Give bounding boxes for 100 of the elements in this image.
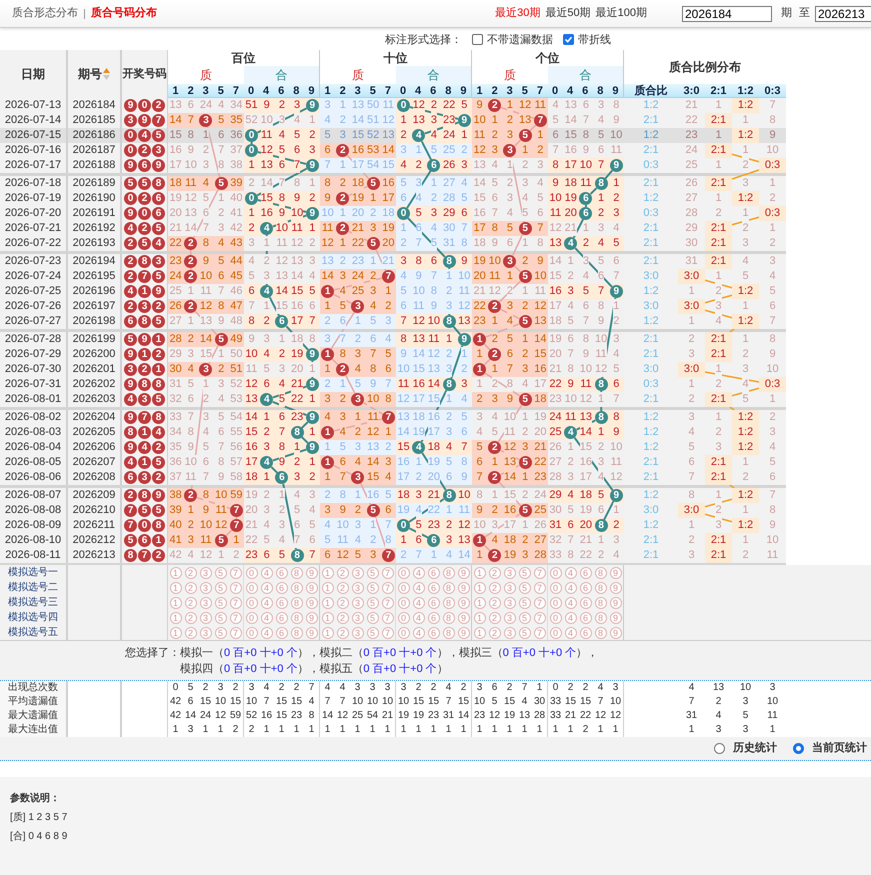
pick-digit[interactable]: 7 (382, 596, 394, 608)
pick-digit[interactable]: 0 (550, 582, 562, 594)
pick-digit[interactable]: 0 (246, 612, 258, 624)
pick-digit[interactable]: 8 (290, 626, 302, 638)
pick-digit[interactable]: 9 (306, 612, 318, 624)
pick-digit[interactable]: 2 (488, 612, 500, 624)
pick-digit[interactable]: 6 (428, 612, 440, 624)
pick-digit[interactable]: 0 (246, 566, 258, 578)
pick-digit[interactable]: 7 (534, 566, 546, 578)
pick-digit[interactable]: 0 (398, 626, 410, 638)
to-issue-field[interactable]: 2026213 (815, 6, 871, 22)
pick-digit[interactable]: 3 (504, 566, 516, 578)
pick-digit[interactable]: 9 (610, 596, 622, 608)
pick-digit[interactable]: 3 (200, 566, 212, 578)
pick-digit[interactable]: 5 (366, 566, 378, 578)
pick-digit[interactable]: 1 (322, 582, 334, 594)
pick-digit[interactable]: 3 (352, 612, 364, 624)
pick-digit[interactable]: 9 (610, 626, 622, 638)
pick-digit[interactable]: 4 (412, 582, 424, 594)
pick-digit[interactable]: 5 (518, 566, 530, 578)
pick-digit[interactable]: 4 (260, 612, 272, 624)
pick-digit[interactable]: 8 (594, 596, 606, 608)
pick-digit[interactable]: 4 (412, 626, 424, 638)
pick-digit[interactable]: 3 (504, 612, 516, 624)
radio-button[interactable] (793, 743, 804, 754)
column-header[interactable]: 期号 (78, 65, 102, 83)
pick-digit[interactable]: 2 (488, 596, 500, 608)
pick-digit[interactable]: 2 (184, 582, 196, 594)
pick-digit[interactable]: 3 (200, 626, 212, 638)
pick-digit[interactable]: 6 (276, 582, 288, 594)
pick-digit[interactable]: 8 (594, 582, 606, 594)
pick-digit[interactable]: 5 (518, 612, 530, 624)
pick-digit[interactable]: 8 (594, 566, 606, 578)
pick-digit[interactable]: 3 (352, 566, 364, 578)
pick-digit[interactable]: 6 (428, 596, 440, 608)
pick-digit[interactable]: 7 (534, 582, 546, 594)
from-issue-field[interactable]: 2026184 (682, 6, 772, 22)
pick-digit[interactable]: 9 (306, 596, 318, 608)
pick-digit[interactable]: 2 (488, 626, 500, 638)
pick-digit[interactable]: 9 (306, 566, 318, 578)
pick-digit[interactable]: 0 (550, 612, 562, 624)
pick-digit[interactable]: 6 (580, 566, 592, 578)
pick-digit[interactable]: 6 (580, 612, 592, 624)
pick-digit[interactable]: 4 (260, 566, 272, 578)
checkbox[interactable] (563, 34, 574, 46)
pick-digit[interactable]: 0 (398, 612, 410, 624)
pick-digit[interactable]: 2 (488, 582, 500, 594)
pick-digit[interactable]: 0 (246, 626, 258, 638)
pick-digit[interactable]: 9 (458, 582, 470, 594)
pick-digit[interactable]: 7 (230, 566, 242, 578)
pick-digit[interactable]: 6 (276, 612, 288, 624)
pick-digit[interactable]: 5 (214, 596, 226, 608)
pick-digit[interactable]: 4 (564, 612, 576, 624)
pick-digit[interactable]: 9 (610, 582, 622, 594)
pick-digit[interactable]: 0 (246, 596, 258, 608)
pick-digit[interactable]: 3 (352, 596, 364, 608)
pick-digit[interactable]: 4 (260, 596, 272, 608)
pick-digit[interactable]: 7 (382, 612, 394, 624)
pick-digit[interactable]: 1 (322, 612, 334, 624)
pick-digit[interactable]: 8 (442, 612, 454, 624)
pick-digit[interactable]: 6 (580, 596, 592, 608)
pick-digit[interactable]: 7 (230, 612, 242, 624)
pick-digit[interactable]: 4 (260, 626, 272, 638)
pick-digit[interactable]: 1 (170, 582, 182, 594)
pick-digit[interactable]: 9 (306, 626, 318, 638)
pick-digit[interactable]: 0 (550, 596, 562, 608)
pick-digit[interactable]: 4 (564, 596, 576, 608)
pick-digit[interactable]: 6 (580, 626, 592, 638)
pick-digit[interactable]: 1 (474, 566, 486, 578)
pick-digit[interactable]: 6 (276, 596, 288, 608)
pick-digit[interactable]: 4 (412, 612, 424, 624)
pick-digit[interactable]: 0 (550, 566, 562, 578)
pick-digit[interactable]: 2 (336, 566, 348, 578)
pick-digit[interactable]: 2 (488, 566, 500, 578)
pick-digit[interactable]: 2 (336, 596, 348, 608)
pick-digit[interactable]: 2 (336, 612, 348, 624)
pick-digit[interactable]: 7 (230, 582, 242, 594)
pick-digit[interactable]: 2 (184, 626, 196, 638)
pick-digit[interactable]: 5 (214, 566, 226, 578)
pick-digit[interactable]: 5 (366, 582, 378, 594)
pick-digit[interactable]: 6 (276, 626, 288, 638)
pick-digit[interactable]: 7 (382, 582, 394, 594)
pick-digit[interactable]: 2 (184, 596, 196, 608)
pick-digit[interactable]: 5 (366, 612, 378, 624)
pick-digit[interactable]: 3 (352, 626, 364, 638)
pick-digit[interactable]: 2 (184, 566, 196, 578)
pick-digit[interactable]: 7 (230, 596, 242, 608)
pick-digit[interactable]: 1 (170, 596, 182, 608)
pick-digit[interactable]: 5 (214, 612, 226, 624)
pick-digit[interactable]: 4 (260, 582, 272, 594)
pick-digit[interactable]: 9 (458, 566, 470, 578)
pick-digit[interactable]: 9 (306, 582, 318, 594)
checkbox[interactable] (472, 34, 483, 46)
pick-digit[interactable]: 6 (276, 566, 288, 578)
pick-digit[interactable]: 8 (290, 612, 302, 624)
pick-digit[interactable]: 5 (518, 582, 530, 594)
pick-digit[interactable]: 9 (458, 596, 470, 608)
pick-digit[interactable]: 7 (534, 612, 546, 624)
pick-digit[interactable]: 4 (412, 596, 424, 608)
pick-digit[interactable]: 2 (336, 582, 348, 594)
